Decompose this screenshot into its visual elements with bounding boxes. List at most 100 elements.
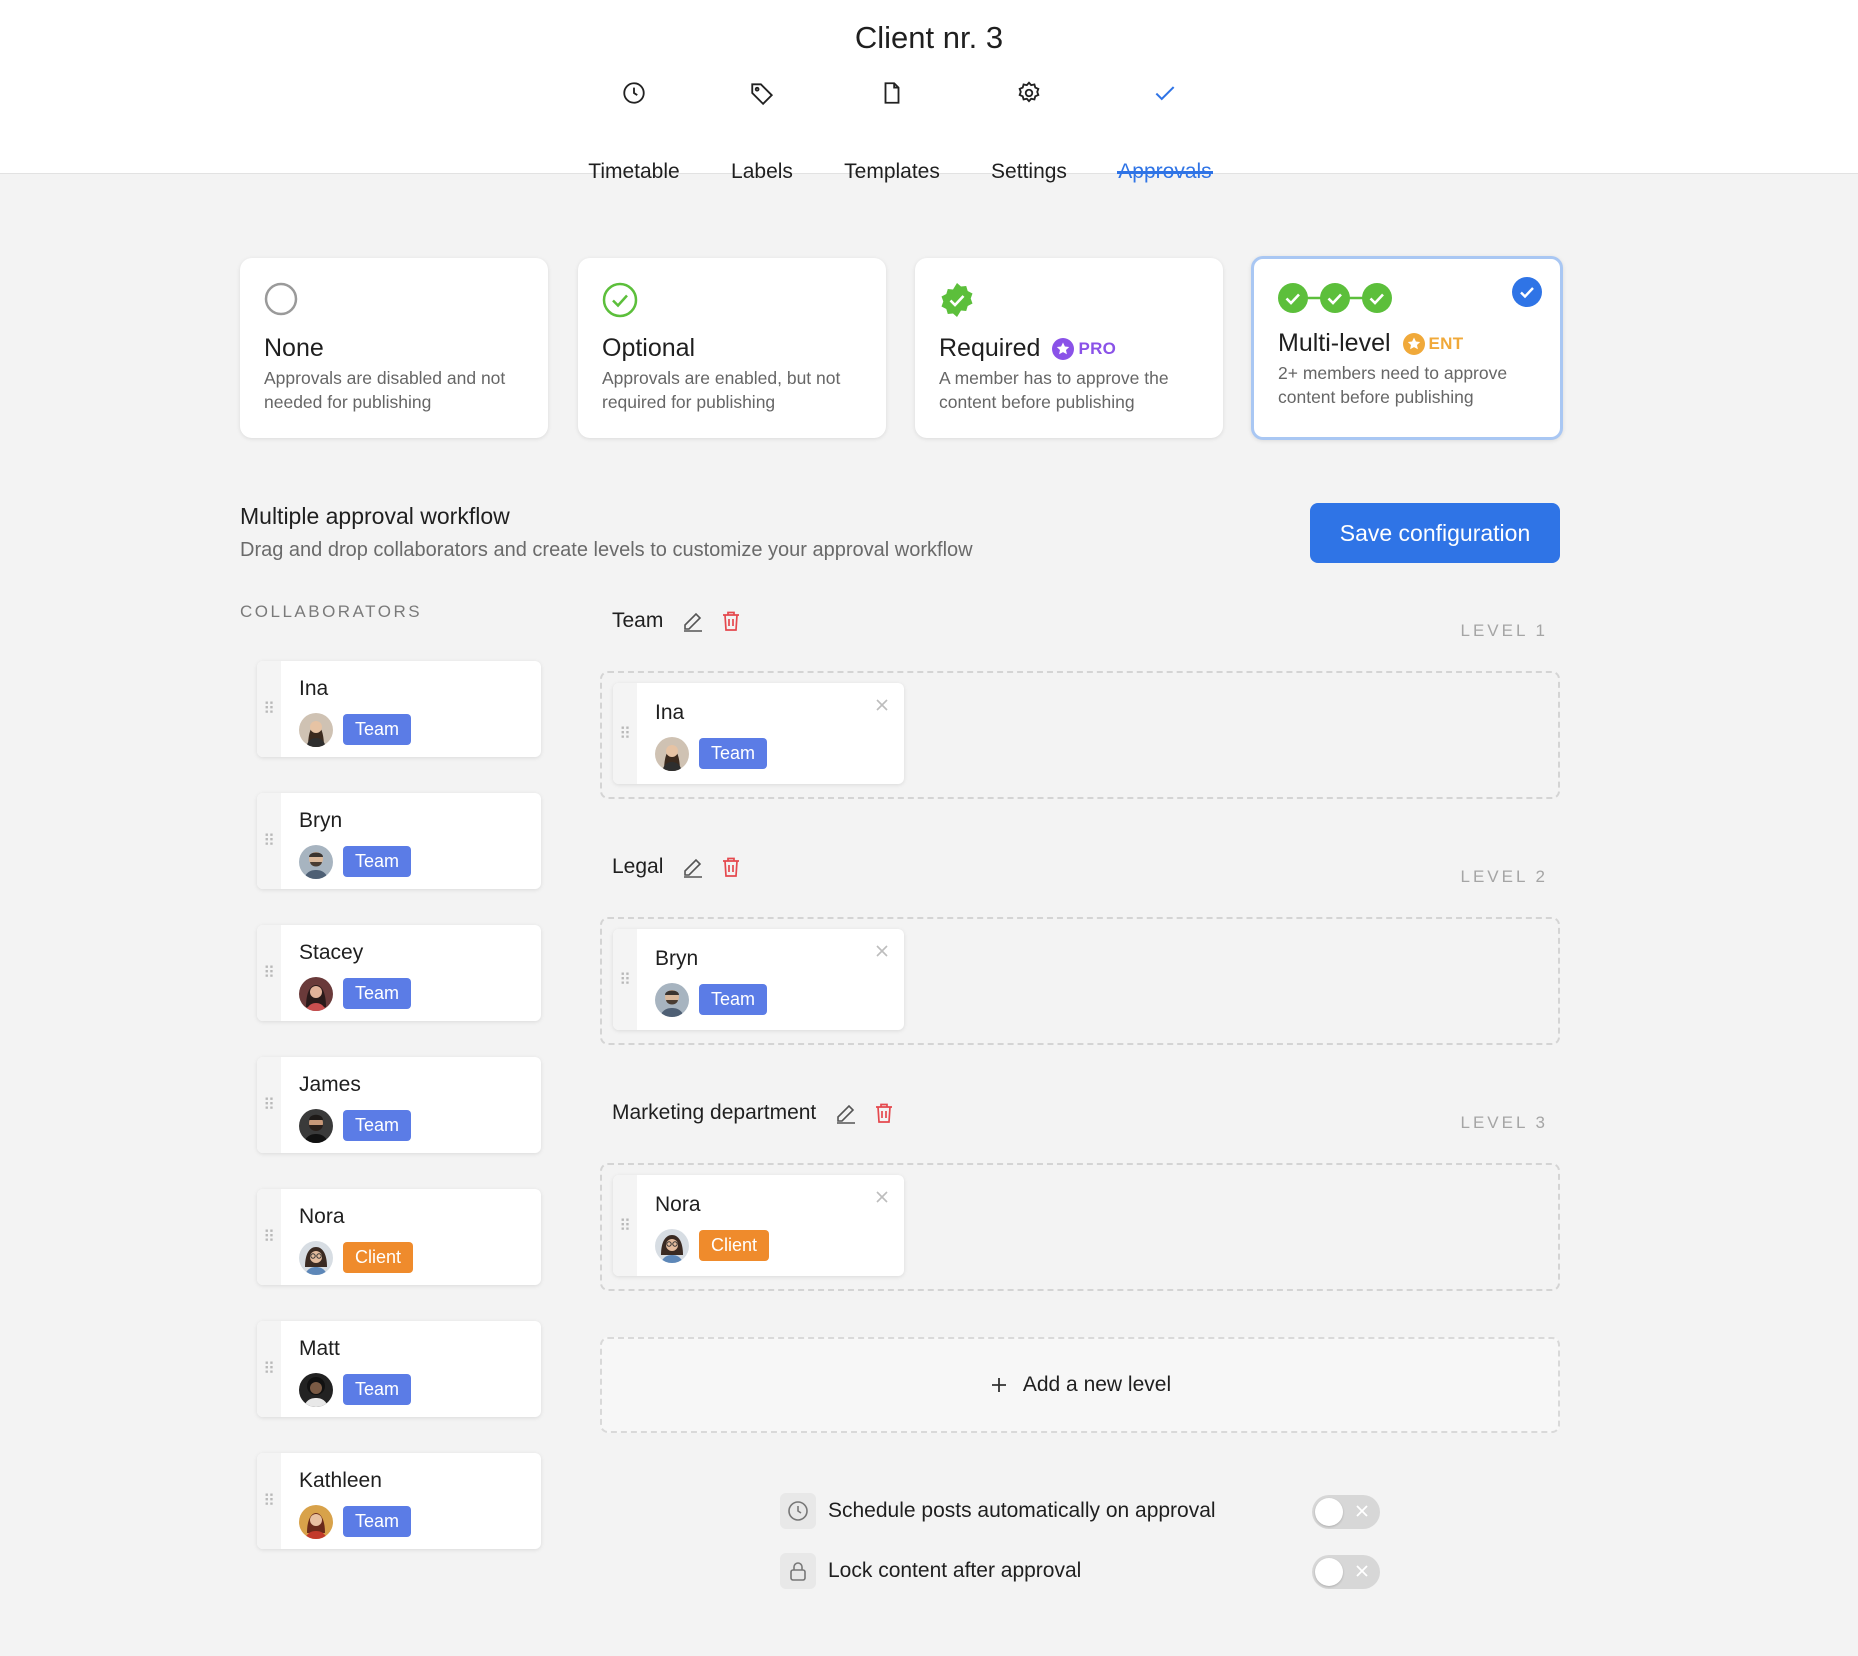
tab-label: Labels [731,160,793,183]
level-tag: LEVEL 3 [1460,1113,1548,1132]
role-badge: Team [343,1110,412,1141]
clock-icon [780,1493,816,1529]
mode-card-none[interactable]: None Approvals are disabled and not need… [240,258,548,438]
role-badge: Team [343,1506,412,1537]
toggle-off-icon [1356,1565,1368,1577]
edit-icon[interactable] [834,1101,858,1125]
save-configuration-button[interactable]: Save configuration [1310,503,1560,563]
tag-icon [751,83,774,106]
drag-handle-icon[interactable]: ⠿ [257,925,281,1021]
mode-description: Approvals are enabled, but not required … [602,368,841,412]
tab-label: Timetable [588,160,680,183]
collaborator-card[interactable]: ⠿ Matt Team [257,1321,541,1417]
toggle-knob [1315,1498,1343,1526]
star-badge-icon [1402,332,1425,355]
tab-templates[interactable]: Templates [840,76,944,183]
mode-title: None [264,334,324,362]
level-member-card[interactable]: ⠿ Bryn Team [613,929,904,1030]
toggle-knob [1315,1558,1343,1586]
role-badge: Client [699,1230,770,1261]
tab-label: Settings [991,160,1067,183]
level-header: Legal [612,855,743,879]
avatar [299,1505,333,1539]
tab-settings[interactable]: Settings [988,76,1070,183]
drag-handle-icon[interactable]: ⠿ [257,1189,281,1285]
edit-icon[interactable] [681,855,705,879]
mode-description: 2+ members need to approve content befor… [1278,363,1508,407]
check-badge-icon [941,283,973,317]
collaborator-card[interactable]: ⠿ Bryn Team [257,793,541,889]
pro-badge: PRO [1052,337,1116,360]
collaborator-name: Bryn [299,809,343,832]
drag-handle-icon[interactable]: ⠿ [613,683,637,784]
level-name: Marketing department [612,1101,817,1124]
lock-toggle[interactable] [1312,1555,1380,1589]
level-member-card[interactable]: ⠿ Nora Client [613,1175,904,1276]
role-badge: Team [343,846,412,877]
collaborator-name: Ina [299,677,329,700]
mode-card-optional[interactable]: Optional Approvals are enabled, but not … [578,258,886,438]
multi-check-icon [1278,283,1392,313]
add-level-label: Add a new level [1022,1373,1172,1396]
tab-approvals[interactable]: Approvals [1117,76,1213,183]
file-icon [884,82,900,104]
collaborator-card[interactable]: ⠿ Kathleen Team [257,1453,541,1549]
avatar [299,977,333,1011]
member-name: Nora [655,1193,701,1216]
role-badge: Team [343,978,412,1009]
drag-handle-icon[interactable]: ⠿ [257,1453,281,1549]
collaborator-card[interactable]: ⠿ James Team [257,1057,541,1153]
mode-card-required[interactable]: Required PRO A member has to approve the… [915,258,1223,438]
role-badge: Client [343,1242,414,1273]
delete-icon[interactable] [719,855,743,879]
level-name: Legal [612,855,664,878]
check-circle-outline-icon [602,282,638,318]
edit-icon[interactable] [681,609,705,633]
avatar [299,1109,333,1143]
option-lock-content: Lock content after approval [780,1551,1380,1591]
drag-handle-icon[interactable]: ⠿ [613,1175,637,1276]
mode-title: Optional [602,334,696,362]
drag-handle-icon[interactable]: ⠿ [613,929,637,1030]
collaborator-card[interactable]: ⠿ Stacey Team [257,925,541,1021]
avatar [299,1373,333,1407]
level-member-card[interactable]: ⠿ Ina Team [613,683,904,784]
level-tag: LEVEL 2 [1460,867,1548,886]
level-header: Team [612,609,743,633]
option-label: Schedule posts automatically on approval [828,1499,1216,1522]
header: Client nr. 3 Timetable Labels Templates … [0,0,1858,183]
mode-card-multi-level[interactable]: Multi-level ENT 2+ members need to appro… [1251,256,1563,440]
page-title: Client nr. 3 [854,20,1004,55]
workflow-title: Multiple approval workflow [240,503,510,529]
level-name: Team [612,609,664,632]
collaborator-name: Nora [299,1205,345,1228]
collaborators-heading: COLLABORATORS [240,602,423,621]
drag-handle-icon[interactable]: ⠿ [257,1321,281,1417]
remove-member-icon[interactable] [874,697,890,713]
selected-check-icon [1512,277,1542,307]
delete-icon[interactable] [872,1101,896,1125]
drag-handle-icon[interactable]: ⠿ [257,793,281,889]
schedule-toggle[interactable] [1312,1495,1380,1529]
plus-icon [991,1378,1006,1392]
avatar [299,845,333,879]
role-badge: Team [699,984,768,1015]
avatar [655,737,689,771]
tab-labels[interactable]: Labels [728,76,796,183]
collaborator-name: Kathleen [299,1469,382,1492]
remove-member-icon[interactable] [874,1189,890,1205]
remove-member-icon[interactable] [874,943,890,959]
option-label: Lock content after approval [828,1559,1082,1582]
collaborator-card[interactable]: ⠿ Nora Client [257,1189,541,1285]
drag-handle-icon[interactable]: ⠿ [257,1057,281,1153]
collaborator-card[interactable]: ⠿ Ina Team [257,661,541,757]
member-name: Ina [655,701,685,724]
level-tag: LEVEL 1 [1460,621,1548,640]
mode-title: Required PRO [939,334,1117,362]
drag-handle-icon[interactable]: ⠿ [257,661,281,757]
option-schedule-on-approval: Schedule posts automatically on approval [780,1491,1380,1531]
delete-icon[interactable] [719,609,743,633]
avatar [299,713,333,747]
tab-timetable[interactable]: Timetable [586,76,682,183]
add-level-button[interactable]: Add a new level [600,1337,1560,1433]
